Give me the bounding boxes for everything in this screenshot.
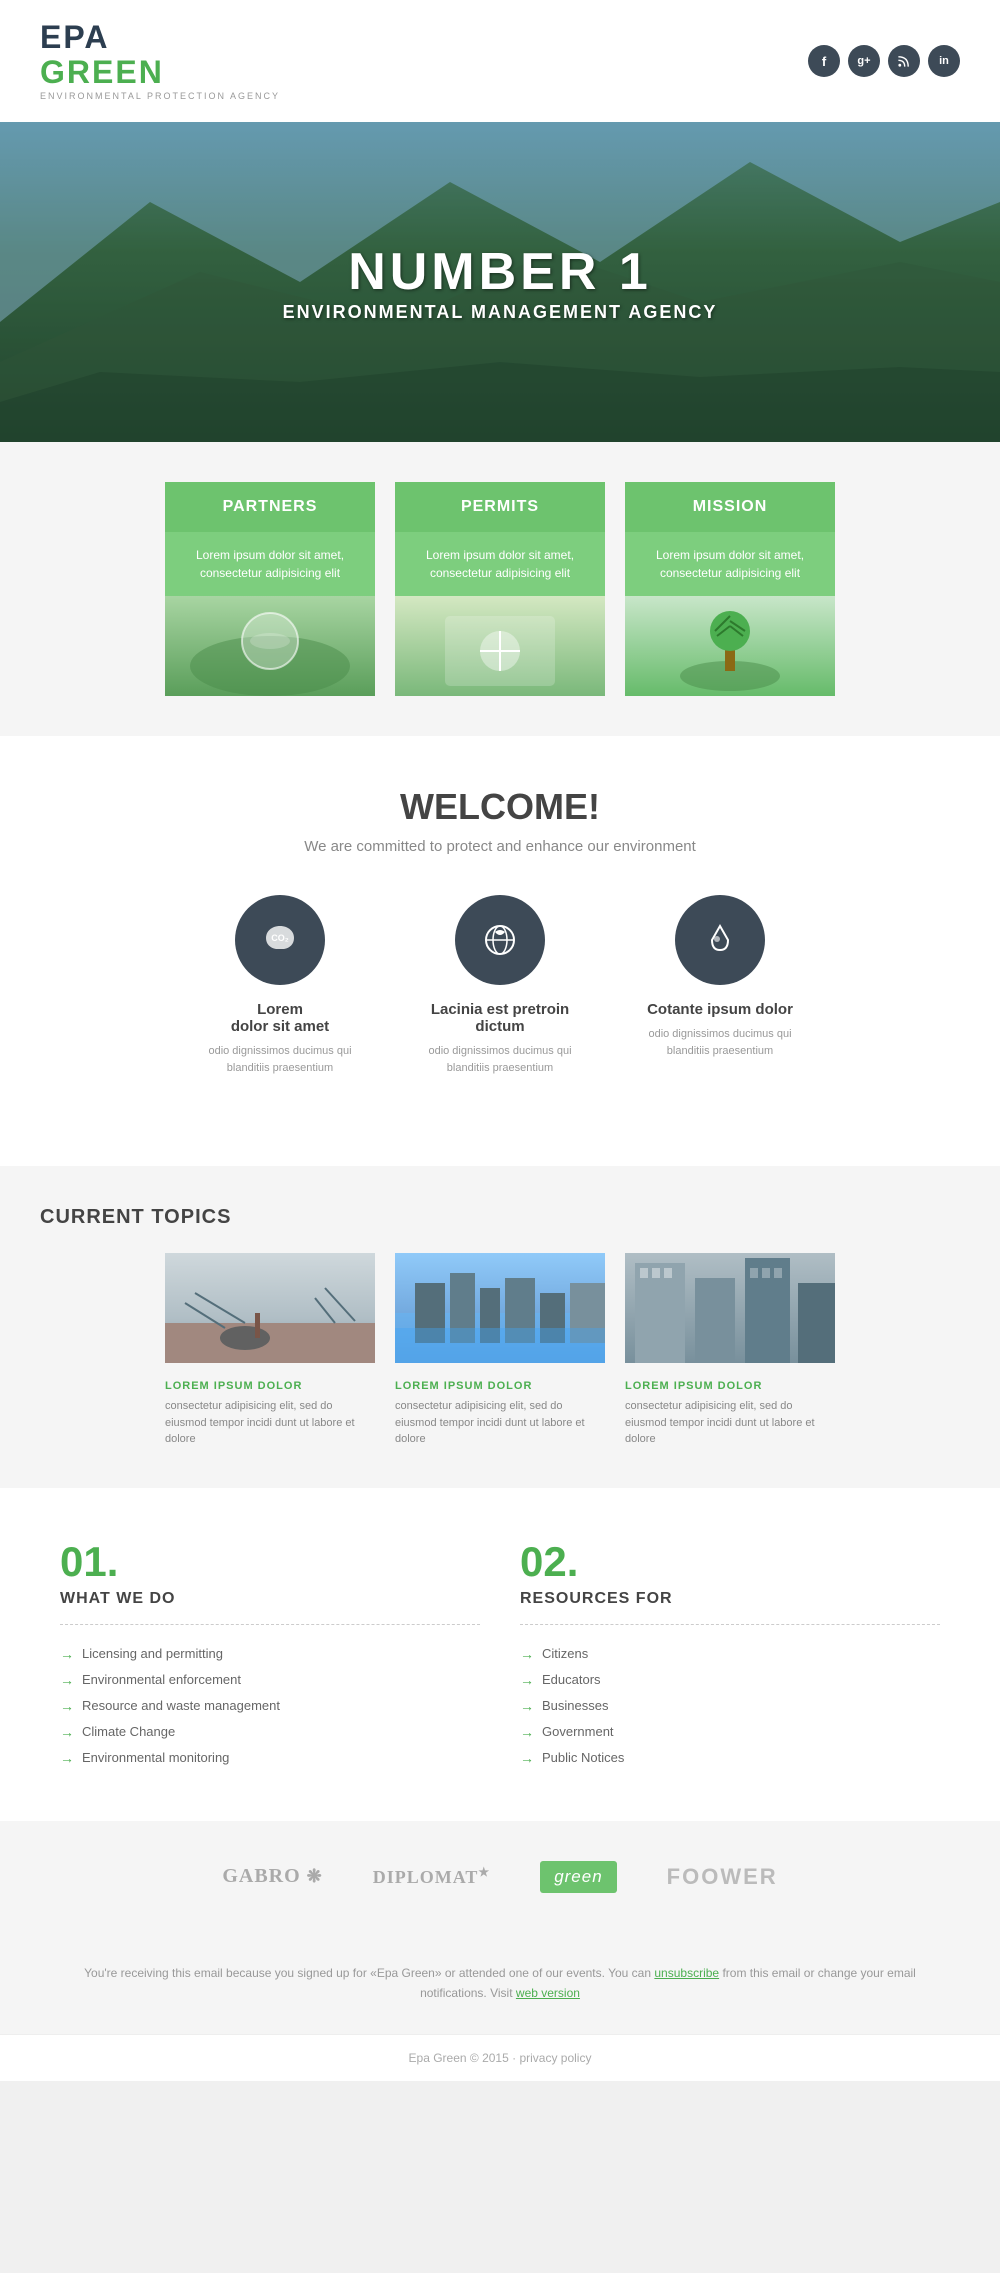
footer-message: You're receiving this email because you …	[0, 1933, 1000, 2034]
web-version-link[interactable]: web version	[516, 1986, 580, 2000]
permits-card: PERMITS Lorem ipsum dolor sit amet, cons…	[395, 482, 605, 696]
waterdrop-title: Cotante ipsum dolor	[640, 1001, 800, 1018]
resources-divider	[520, 1624, 940, 1625]
co2-title: Loremdolor sit amet	[200, 1001, 360, 1035]
mission-title: MISSION	[641, 498, 819, 516]
logo-subtitle: ENVIRONMENTAL PROTECTION AGENCY	[40, 92, 280, 102]
mission-card: MISSION Lorem ipsum dolor sit amet, cons…	[625, 482, 835, 696]
co2-desc: odio dignissimos ducimus qui blanditiis …	[200, 1043, 360, 1076]
topic-1-text: consectetur adipisicing elit, sed do eiu…	[165, 1398, 375, 1448]
welcome-heading: WELCOME!	[40, 786, 960, 828]
permits-body: Lorem ipsum dolor sit amet, consectetur …	[409, 546, 591, 582]
topics-heading: CURRENT TOPICS	[40, 1206, 960, 1229]
list-item-resource: →Resource and waste management	[60, 1693, 480, 1719]
icons-row: CO₂ Loremdolor sit amet odio dignissimos…	[40, 895, 960, 1116]
waterdrop-desc: odio dignissimos ducimus qui blanditiis …	[640, 1026, 800, 1059]
list-item-public-notices: →Public Notices	[520, 1745, 940, 1771]
hero-number: NUMBER 1	[283, 242, 718, 302]
partners-title: PARTNERS	[181, 498, 359, 516]
waterdrop-item: Cotante ipsum dolor odio dignissimos duc…	[640, 895, 800, 1116]
globe-leaf-icon-circle	[455, 895, 545, 985]
topics-grid: LOREM IPSUM DOLOR consectetur adipisicin…	[40, 1253, 960, 1448]
resources-number: 02.	[520, 1538, 940, 1586]
list-item-licensing: →Licensing and permitting	[60, 1641, 480, 1667]
foower-logo: FOOWER	[667, 1864, 778, 1890]
list-item-enforcement: →Environmental enforcement	[60, 1667, 480, 1693]
list-item-citizens: →Citizens	[520, 1641, 940, 1667]
cards-section: PARTNERS Lorem ipsum dolor sit amet, con…	[0, 442, 1000, 736]
resources-list: →Citizens →Educators →Businesses →Govern…	[520, 1641, 940, 1771]
welcome-subtext: We are committed to protect and enhance …	[40, 838, 960, 855]
arrow-icon: →	[520, 1646, 534, 1662]
permits-title: PERMITS	[411, 498, 589, 516]
mission-body: Lorem ipsum dolor sit amet, consectetur …	[639, 546, 821, 582]
globe-desc: odio dignissimos ducimus qui blanditiis …	[420, 1043, 580, 1076]
footer-text-1: You're receiving this email because you …	[84, 1966, 651, 1980]
partners-body: Lorem ipsum dolor sit amet, consectetur …	[179, 546, 361, 582]
what-we-do-col: 01. WHAT WE DO →Licensing and permitting…	[60, 1538, 480, 1771]
gabro-logo: GABRO ❋	[222, 1865, 322, 1888]
arrow-icon: →	[60, 1672, 74, 1688]
privacy-policy-link[interactable]: privacy policy	[519, 2051, 591, 2065]
hero-content: NUMBER 1 ENVIRONMENTAL MANAGEMENT AGENCY	[283, 242, 718, 323]
social-icons: f g+ in	[808, 45, 960, 77]
globe-title: Lacinia est pretroin dictum	[420, 1001, 580, 1035]
partners-section: GABRO ❋ DIPLOMAT★ green FOOWER	[0, 1821, 1000, 1933]
topic-1-title: LOREM IPSUM DOLOR	[165, 1380, 375, 1392]
what-we-do-title: WHAT WE DO	[60, 1590, 480, 1608]
google-plus-icon[interactable]: g+	[848, 45, 880, 77]
hero-section: NUMBER 1 ENVIRONMENTAL MANAGEMENT AGENCY	[0, 122, 1000, 442]
hero-subtitle: ENVIRONMENTAL MANAGEMENT AGENCY	[283, 302, 718, 323]
topic-3: LOREM IPSUM DOLOR consectetur adipisicin…	[625, 1253, 835, 1448]
arrow-icon: →	[520, 1750, 534, 1766]
topic-3-title: LOREM IPSUM DOLOR	[625, 1380, 835, 1392]
logo-green: GREEN	[40, 55, 280, 90]
linkedin-icon[interactable]: in	[928, 45, 960, 77]
topic-2-title: LOREM IPSUM DOLOR	[395, 1380, 605, 1392]
co2-icon-circle: CO₂	[235, 895, 325, 985]
welcome-section: WELCOME! We are committed to protect and…	[0, 736, 1000, 1166]
co2-item: CO₂ Loremdolor sit amet odio dignissimos…	[200, 895, 360, 1116]
logo-epa: EPA	[40, 20, 280, 55]
arrow-icon: →	[60, 1698, 74, 1714]
diplomat-logo: DIPLOMAT★	[373, 1865, 490, 1888]
resources-title: RESOURCES FOR	[520, 1590, 940, 1608]
arrow-icon: →	[520, 1698, 534, 1714]
unsubscribe-link[interactable]: unsubscribe	[654, 1966, 719, 1980]
logo: EPA GREEN ENVIRONMENTAL PROTECTION AGENC…	[40, 20, 280, 102]
info-section: 01. WHAT WE DO →Licensing and permitting…	[0, 1488, 1000, 1821]
what-we-do-number: 01.	[60, 1538, 480, 1586]
topic-3-text: consectetur adipisicing elit, sed do eiu…	[625, 1398, 835, 1448]
list-item-educators: →Educators	[520, 1667, 940, 1693]
topic-2: LOREM IPSUM DOLOR consectetur adipisicin…	[395, 1253, 605, 1448]
topics-section: CURRENT TOPICS L	[0, 1166, 1000, 1488]
green-logo: green	[540, 1861, 616, 1893]
arrow-icon: →	[60, 1724, 74, 1740]
list-item-government: →Government	[520, 1719, 940, 1745]
resources-col: 02. RESOURCES FOR →Citizens →Educators →…	[520, 1538, 940, 1771]
footer-bottom: Epa Green © 2015 · privacy policy	[0, 2034, 1000, 2081]
facebook-icon[interactable]: f	[808, 45, 840, 77]
copyright: Epa Green © 2015 ·	[409, 2051, 520, 2065]
arrow-icon: →	[60, 1750, 74, 1766]
list-item-climate: →Climate Change	[60, 1719, 480, 1745]
globe-item: Lacinia est pretroin dictum odio digniss…	[420, 895, 580, 1116]
header: EPA GREEN ENVIRONMENTAL PROTECTION AGENC…	[0, 0, 1000, 122]
what-we-do-divider	[60, 1624, 480, 1625]
svg-text:CO₂: CO₂	[271, 933, 289, 943]
rss-icon[interactable]	[888, 45, 920, 77]
partners-card: PARTNERS Lorem ipsum dolor sit amet, con…	[165, 482, 375, 696]
arrow-icon: →	[520, 1672, 534, 1688]
water-drop-icon-circle	[675, 895, 765, 985]
arrow-icon: →	[60, 1646, 74, 1662]
what-we-do-list: →Licensing and permitting →Environmental…	[60, 1641, 480, 1771]
topic-2-text: consectetur adipisicing elit, sed do eiu…	[395, 1398, 605, 1448]
topic-1: LOREM IPSUM DOLOR consectetur adipisicin…	[165, 1253, 375, 1448]
list-item-businesses: →Businesses	[520, 1693, 940, 1719]
list-item-monitoring: →Environmental monitoring	[60, 1745, 480, 1771]
arrow-icon: →	[520, 1724, 534, 1740]
